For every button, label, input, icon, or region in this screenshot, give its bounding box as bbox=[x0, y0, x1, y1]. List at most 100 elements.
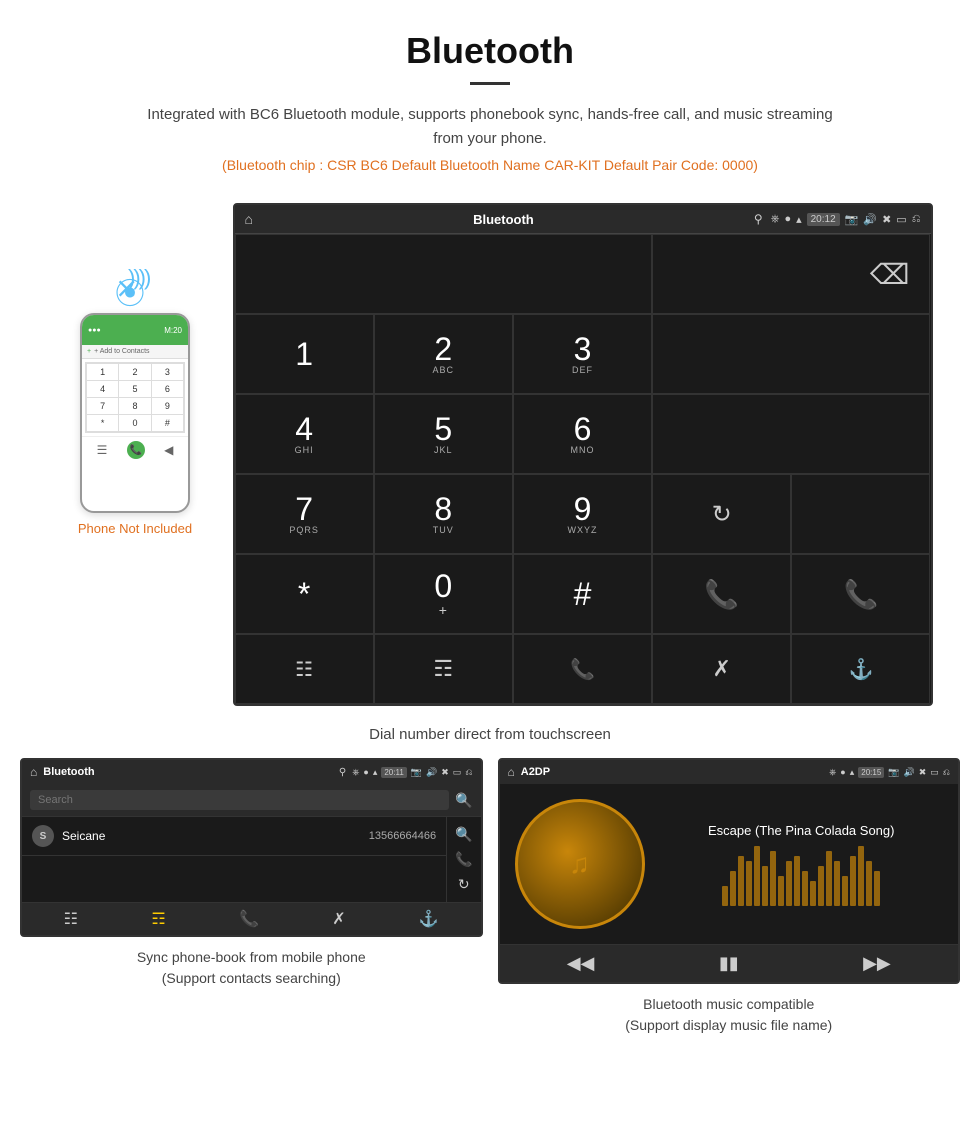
pb-home-icon[interactable]: ⌂ bbox=[30, 765, 37, 779]
usb-icon: ⚲ bbox=[754, 212, 763, 226]
dial-key-4[interactable]: 4 GHI bbox=[235, 394, 374, 474]
music-back-icon[interactable]: ⎌ bbox=[943, 767, 950, 778]
dial-bluetooth-icon[interactable]: ✗ bbox=[652, 634, 791, 704]
pb-phone-icon[interactable]: 📞 bbox=[239, 909, 259, 929]
key-number: 6 bbox=[574, 413, 592, 445]
music-vol-icon[interactable]: 🔊 bbox=[904, 767, 915, 778]
camera-icon[interactable]: 📷 bbox=[845, 213, 859, 226]
phone-time: M:20 bbox=[164, 326, 182, 335]
pb-vol-icon[interactable]: 🔊 bbox=[426, 767, 437, 778]
phone-key-1: 1 bbox=[87, 364, 118, 380]
phone-key-9: 9 bbox=[152, 398, 183, 414]
header-divider bbox=[470, 82, 510, 85]
music-home-icon[interactable]: ⌂ bbox=[508, 765, 515, 779]
pb-close-icon[interactable]: ✖ bbox=[441, 767, 449, 778]
music-full-icon[interactable]: ▭ bbox=[930, 767, 939, 778]
eq-bar bbox=[834, 861, 840, 906]
phone-call-button[interactable]: 📞 bbox=[127, 441, 145, 459]
dial-empty-1 bbox=[652, 314, 930, 394]
pb-contact-avatar: S bbox=[32, 825, 54, 847]
phone-key-5: 5 bbox=[119, 381, 150, 397]
back-icon[interactable]: ⎌ bbox=[912, 213, 921, 226]
eq-bar bbox=[770, 851, 776, 906]
pb-search-input[interactable] bbox=[30, 790, 449, 810]
dial-key-7[interactable]: 7 PQRS bbox=[235, 474, 374, 554]
dial-keypad-icon[interactable]: ☷ bbox=[235, 634, 374, 704]
backspace-icon: ⌫ bbox=[870, 258, 910, 291]
pb-search-side-icon[interactable]: 🔍 bbox=[455, 822, 472, 847]
dial-contacts-icon[interactable]: ☶ bbox=[374, 634, 513, 704]
person-icon: ☶ bbox=[433, 656, 453, 682]
close-icon[interactable]: ✖ bbox=[882, 213, 891, 226]
time-display: 20:12 bbox=[807, 213, 840, 226]
music-caption: Bluetooth music compatible (Support disp… bbox=[625, 994, 832, 1036]
key-number: 5 bbox=[434, 413, 452, 445]
eq-bar bbox=[818, 866, 824, 906]
music-topbar: ⌂ A2DP ⎈ ● ▴ 20:15 📷 🔊 ✖ ▭ ⎌ bbox=[500, 760, 959, 784]
key-sub: + bbox=[439, 602, 448, 618]
phonebook-caption-line2: (Support contacts searching) bbox=[137, 968, 366, 989]
phone-key-7: 7 bbox=[87, 398, 118, 414]
prev-track-icon[interactable]: ◀◀ bbox=[567, 953, 595, 974]
backspace-cell[interactable]: ⌫ bbox=[652, 234, 930, 314]
dial-key-6[interactable]: 6 MNO bbox=[513, 394, 652, 474]
dial-key-9[interactable]: 9 WXYZ bbox=[513, 474, 652, 554]
pb-search-icon[interactable]: 🔍 bbox=[455, 792, 472, 809]
pb-full-icon[interactable]: ▭ bbox=[453, 767, 462, 778]
dial-key-star[interactable]: * bbox=[235, 554, 374, 634]
pb-person-icon[interactable]: ☶ bbox=[151, 909, 165, 929]
pb-grid-icon[interactable]: ☷ bbox=[64, 909, 78, 929]
music-caption-line2: (Support display music file name) bbox=[625, 1015, 832, 1036]
eq-bar bbox=[810, 881, 816, 906]
home-icon[interactable]: ⌂ bbox=[245, 211, 253, 227]
dial-link-icon[interactable]: ⚓ bbox=[791, 634, 930, 704]
key-number: 8 bbox=[434, 493, 452, 525]
key-sub: MNO bbox=[570, 445, 594, 455]
pb-bluetooth-icon[interactable]: ✗ bbox=[332, 909, 345, 929]
pb-refresh-side-icon[interactable]: ↻ bbox=[458, 872, 470, 897]
dial-end-button[interactable]: 📞 bbox=[791, 554, 930, 634]
key-sub: GHI bbox=[295, 445, 314, 455]
pb-back-icon[interactable]: ⎌ bbox=[465, 767, 472, 778]
screen-topbar: ⌂ Bluetooth ⚲ ⎈ ● ▴ 20:12 📷 🔊 ✖ ▭ ⎌ bbox=[235, 205, 931, 234]
fullscreen-icon[interactable]: ▭ bbox=[896, 213, 906, 226]
pb-call-side-icon[interactable]: 📞 bbox=[455, 847, 472, 872]
eq-bar bbox=[722, 886, 728, 906]
music-loc-icon: ● bbox=[840, 767, 845, 777]
music-cam-icon[interactable]: 📷 bbox=[888, 767, 899, 778]
dial-phone-icon[interactable]: 📞 bbox=[513, 634, 652, 704]
dial-call-button[interactable]: 📞 bbox=[652, 554, 791, 634]
dial-key-5[interactable]: 5 JKL bbox=[374, 394, 513, 474]
dial-key-hash[interactable]: # bbox=[513, 554, 652, 634]
pb-contact-row[interactable]: S Seicane 13566664466 bbox=[22, 817, 446, 856]
key-number: 3 bbox=[574, 333, 592, 365]
location-icon: ● bbox=[784, 213, 791, 225]
dial-key-3[interactable]: 3 DEF bbox=[513, 314, 652, 394]
dial-key-1[interactable]: 1 bbox=[235, 314, 374, 394]
pb-link-icon[interactable]: ⚓ bbox=[419, 909, 439, 929]
volume-icon[interactable]: 🔊 bbox=[863, 213, 877, 226]
pb-cam-icon[interactable]: 📷 bbox=[411, 767, 422, 778]
pb-search-bar: 🔍 bbox=[22, 784, 481, 817]
eq-bar bbox=[754, 846, 760, 906]
contact-initial: S bbox=[40, 831, 47, 842]
music-note-icon: ♫ bbox=[569, 848, 590, 880]
play-pause-icon[interactable]: ▮▮ bbox=[719, 953, 739, 974]
phone-not-included-label: Phone Not Included bbox=[78, 521, 192, 536]
phone-key-hash: # bbox=[152, 415, 183, 431]
dial-key-2[interactable]: 2 ABC bbox=[374, 314, 513, 394]
dial-key-8[interactable]: 8 TUV bbox=[374, 474, 513, 554]
phone-back-icon: ◀ bbox=[164, 443, 173, 457]
pb-bt-icon: ⎈ bbox=[352, 767, 359, 778]
music-close-icon[interactable]: ✖ bbox=[919, 767, 927, 778]
dial-key-0[interactable]: 0 + bbox=[374, 554, 513, 634]
next-track-icon[interactable]: ▶▶ bbox=[863, 953, 891, 974]
phonebook-block: ⌂ Bluetooth ⚲ ⎈ ● ▴ 20:11 📷 🔊 ✖ ▭ ⎌ bbox=[20, 758, 483, 1036]
key-number: 9 bbox=[574, 493, 592, 525]
eq-bar bbox=[786, 861, 792, 906]
dial-section: ⨯ ⦿ )))) ●●● M:20 + + Add to Contacts 1 … bbox=[0, 203, 980, 706]
phone-bottom-bar: ☰ 📞 ◀ bbox=[82, 436, 188, 463]
music-title: A2DP bbox=[521, 766, 823, 778]
key-number: * bbox=[298, 578, 310, 610]
refresh-icon[interactable]: ↻ bbox=[712, 500, 732, 529]
